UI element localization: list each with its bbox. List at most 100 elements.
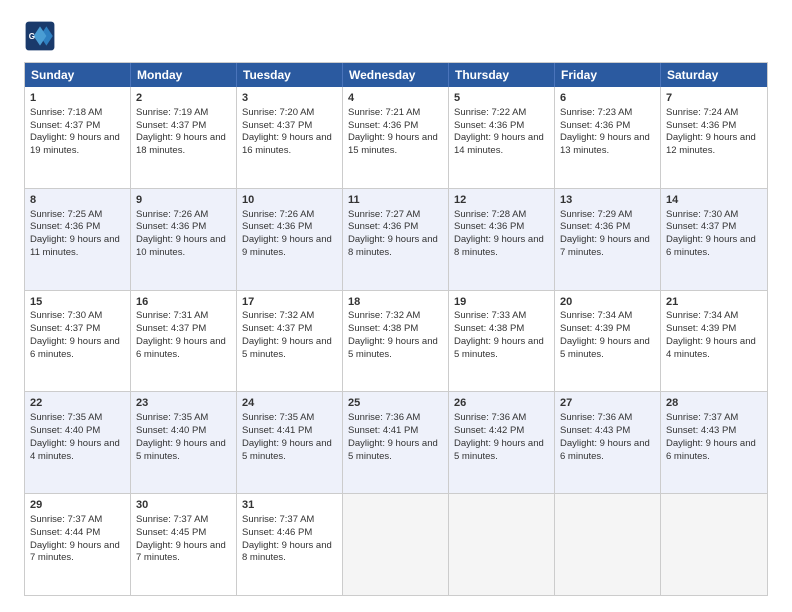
daylight: Daylight: 9 hours and 7 minutes. [136, 540, 226, 564]
sunrise: Sunrise: 7:36 AM [454, 412, 526, 423]
daylight: Daylight: 9 hours and 12 minutes. [666, 132, 756, 156]
day-number: 28 [666, 396, 762, 411]
daylight: Daylight: 9 hours and 5 minutes. [454, 336, 544, 360]
calendar-row-5: 29Sunrise: 7:37 AMSunset: 4:44 PMDayligh… [25, 493, 767, 595]
header-day-sunday: Sunday [25, 63, 131, 87]
calendar-cell: 22Sunrise: 7:35 AMSunset: 4:40 PMDayligh… [25, 392, 131, 493]
sunrise: Sunrise: 7:34 AM [560, 310, 632, 321]
calendar-cell: 31Sunrise: 7:37 AM Sunset: 4:46 PM Dayligh… [237, 494, 343, 595]
header-day-thursday: Thursday [449, 63, 555, 87]
calendar-cell: 28Sunrise: 7:37 AMSunset: 4:43 PMDayligh… [661, 392, 767, 493]
calendar-cell: 13Sunrise: 7:29 AMSunset: 4:36 PMDayligh… [555, 189, 661, 290]
calendar-cell [555, 494, 661, 595]
day-number: 29 [30, 498, 125, 513]
sunset: Sunset: 4:36 PM [560, 120, 630, 131]
day-number: 9 [136, 193, 231, 208]
sunrise: Sunrise: 7:29 AM [560, 209, 632, 220]
sunset: Sunset: 4:36 PM [348, 221, 418, 232]
header-day-saturday: Saturday [661, 63, 767, 87]
calendar-cell: 27Sunrise: 7:36 AMSunset: 4:43 PMDayligh… [555, 392, 661, 493]
sunset: Sunset: 4:37 PM [666, 221, 736, 232]
sunrise: Sunrise: 7:30 AM [666, 209, 738, 220]
sunset: Sunset: 4:36 PM [242, 221, 312, 232]
daylight: Daylight: 9 hours and 5 minutes. [136, 438, 226, 462]
sunset: Sunset: 4:41 PM [242, 425, 312, 436]
day-number: 19 [454, 295, 549, 310]
sunrise: Sunrise: 7:35 AM [30, 412, 102, 423]
sunrise: Sunrise: 7:35 AM [136, 412, 208, 423]
sunrise: Sunrise: 7:37 AM [242, 514, 314, 525]
daylight: Daylight: 9 hours and 5 minutes. [560, 336, 650, 360]
daylight: Daylight: 9 hours and 5 minutes. [454, 438, 544, 462]
calendar-cell: 18Sunrise: 7:32 AMSunset: 4:38 PMDayligh… [343, 291, 449, 392]
sunset: Sunset: 4:37 PM [242, 323, 312, 334]
sunset: Sunset: 4:37 PM [136, 120, 206, 131]
sunset: Sunset: 4:42 PM [454, 425, 524, 436]
calendar-cell: 5Sunrise: 7:22 AMSunset: 4:36 PMDaylight… [449, 87, 555, 188]
sunrise: Sunrise: 7:35 AM [242, 412, 314, 423]
sunrise: Sunrise: 7:31 AM [136, 310, 208, 321]
sunrise: Sunrise: 7:26 AM [242, 209, 314, 220]
day-number: 31 [242, 498, 337, 513]
sunset: Sunset: 4:40 PM [30, 425, 100, 436]
daylight: Daylight: 9 hours and 8 minutes. [242, 540, 332, 564]
day-number: 6 [560, 91, 655, 106]
header-day-wednesday: Wednesday [343, 63, 449, 87]
sunrise: Sunrise: 7:20 AM [242, 107, 314, 118]
sunset: Sunset: 4:36 PM [136, 221, 206, 232]
day-number: 25 [348, 396, 443, 411]
day-number: 4 [348, 91, 443, 106]
sunrise: Sunrise: 7:32 AM [348, 310, 420, 321]
daylight: Daylight: 9 hours and 14 minutes. [454, 132, 544, 156]
calendar-body: 1Sunrise: 7:18 AMSunset: 4:37 PMDaylight… [25, 87, 767, 595]
daylight: Daylight: 9 hours and 15 minutes. [348, 132, 438, 156]
day-number: 21 [666, 295, 762, 310]
day-number: 5 [454, 91, 549, 106]
day-number: 30 [136, 498, 231, 513]
sunset: Sunset: 4:40 PM [136, 425, 206, 436]
sunset: Sunset: 4:37 PM [136, 323, 206, 334]
day-number: 20 [560, 295, 655, 310]
day-number: 23 [136, 396, 231, 411]
sunrise: Sunrise: 7:21 AM [348, 107, 420, 118]
sunset: Sunset: 4:37 PM [30, 323, 100, 334]
day-number: 11 [348, 193, 443, 208]
logo-icon: G [24, 20, 56, 52]
calendar-cell: 23Sunrise: 7:35 AM Sunset: 4:40 PM Dayligh… [131, 392, 237, 493]
daylight: Daylight: 9 hours and 13 minutes. [560, 132, 650, 156]
daylight: Daylight: 9 hours and 8 minutes. [454, 234, 544, 258]
daylight: Daylight: 9 hours and 6 minutes. [560, 438, 650, 462]
sunrise: Sunrise: 7:37 AM [136, 514, 208, 525]
daylight: Daylight: 9 hours and 9 minutes. [242, 234, 332, 258]
calendar-cell: 25Sunrise: 7:36 AMSunset: 4:41 PMDayligh… [343, 392, 449, 493]
sunrise: Sunrise: 7:26 AM [136, 209, 208, 220]
day-number: 15 [30, 295, 125, 310]
calendar-cell: 17Sunrise: 7:32 AMSunset: 4:37 PMDayligh… [237, 291, 343, 392]
sunrise: Sunrise: 7:30 AM [30, 310, 102, 321]
sunrise: Sunrise: 7:22 AM [454, 107, 526, 118]
sunset: Sunset: 4:36 PM [454, 221, 524, 232]
day-number: 13 [560, 193, 655, 208]
daylight: Daylight: 9 hours and 6 minutes. [30, 336, 120, 360]
calendar-cell: 30Sunrise: 7:37 AMSunset: 4:45 PMDayligh… [131, 494, 237, 595]
daylight: Daylight: 9 hours and 7 minutes. [30, 540, 120, 564]
daylight: Daylight: 9 hours and 5 minutes. [348, 336, 438, 360]
sunset: Sunset: 4:46 PM [242, 527, 312, 538]
header: G [24, 20, 768, 52]
sunset: Sunset: 4:43 PM [666, 425, 736, 436]
logo: G [24, 20, 60, 52]
sunset: Sunset: 4:38 PM [454, 323, 524, 334]
day-number: 27 [560, 396, 655, 411]
daylight: Daylight: 9 hours and 7 minutes. [560, 234, 650, 258]
calendar-cell: 11Sunrise: 7:27 AMSunset: 4:36 PMDayligh… [343, 189, 449, 290]
daylight: Daylight: 9 hours and 8 minutes. [348, 234, 438, 258]
sunrise: Sunrise: 7:23 AM [560, 107, 632, 118]
sunset: Sunset: 4:41 PM [348, 425, 418, 436]
header-day-friday: Friday [555, 63, 661, 87]
day-number: 14 [666, 193, 762, 208]
calendar-cell: 16Sunrise: 7:31 AMSunset: 4:37 PMDayligh… [131, 291, 237, 392]
sunset: Sunset: 4:43 PM [560, 425, 630, 436]
daylight: Daylight: 9 hours and 5 minutes. [348, 438, 438, 462]
calendar-cell: 4Sunrise: 7:21 AMSunset: 4:36 PMDaylight… [343, 87, 449, 188]
calendar-cell: 21Sunrise: 7:34 AMSunset: 4:39 PMDayligh… [661, 291, 767, 392]
